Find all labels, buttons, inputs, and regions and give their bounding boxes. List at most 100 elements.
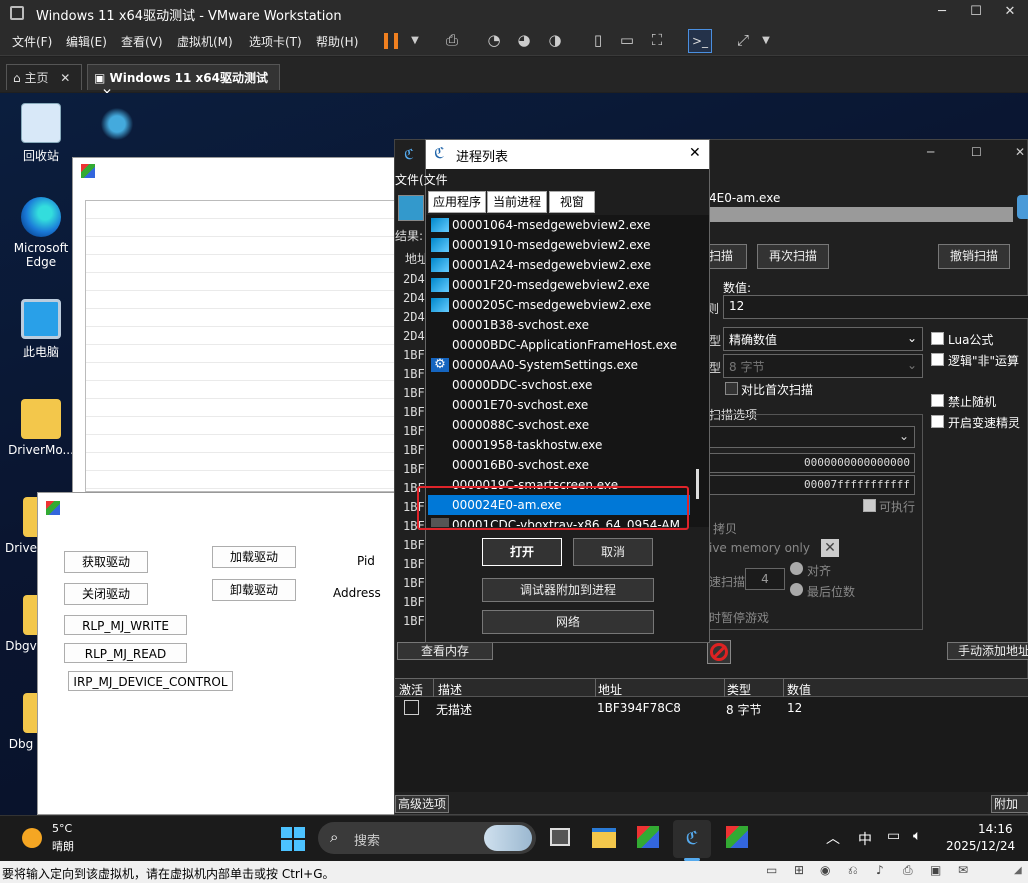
desktop-icon-recycle-bin[interactable]: 回收站 [5, 103, 77, 164]
result-address[interactable]: 1BF [403, 405, 425, 419]
scan-type-select[interactable]: 精确数值 ⌄ [723, 327, 923, 351]
revert-snapshot-icon[interactable]: ◕ [514, 31, 534, 51]
result-address[interactable]: 1BF [403, 614, 425, 628]
align-radio[interactable] [790, 562, 803, 575]
ime-indicator[interactable]: 中 [858, 829, 872, 849]
minimize-icon[interactable]: ─ [927, 145, 934, 159]
unload-driver-button[interactable]: 卸载驱动 [212, 579, 296, 601]
send-keys-icon[interactable]: ⎙ [442, 31, 462, 51]
table-row[interactable]: 无描述 1BF394F78C8 8 字节 12 [395, 699, 1028, 719]
resize-grip-icon[interactable]: ◢ [1014, 865, 1022, 876]
result-address[interactable]: 2D4 [403, 291, 425, 305]
select-process-icon[interactable] [398, 195, 424, 221]
col-type[interactable]: 类型 [727, 681, 751, 698]
list-item[interactable]: 00000BDC-ApplicationFrameHost.exe [428, 335, 696, 355]
cheat-engine-shortcut-icon[interactable] [98, 105, 136, 143]
list-item[interactable]: 00001F20-msedgewebview2.exe [428, 275, 696, 295]
volume-icon[interactable]: 🔈︎ [913, 828, 921, 844]
list-item[interactable]: 00000DDC-svchost.exe [428, 375, 696, 395]
stop-address-input[interactable]: 00007fffffffffff [709, 475, 915, 495]
maximize-icon[interactable]: ☐ [966, 4, 986, 19]
load-driver-button[interactable]: 加载驱动 [212, 546, 296, 568]
network-button[interactable]: 网络 [482, 610, 654, 634]
menu-tabs[interactable]: 选项卡(T) [249, 33, 302, 50]
list-item[interactable]: 00001910-msedgewebview2.exe [428, 235, 696, 255]
list-item[interactable]: 00001B38-svchost.exe [428, 315, 696, 335]
task-view-icon[interactable] [550, 828, 570, 846]
no-entry-icon[interactable] [707, 640, 731, 664]
active-checkbox[interactable] [404, 700, 419, 715]
menu-vm[interactable]: 虚拟机(M) [177, 33, 233, 50]
col-address[interactable]: 地址 [598, 681, 622, 698]
hdd-icon[interactable]: ▭ [766, 863, 777, 877]
result-address[interactable]: 2D4 [403, 310, 425, 324]
app-taskbar-icon[interactable] [637, 826, 659, 848]
result-address[interactable]: 1BF [403, 367, 425, 381]
desktop-icon-this-pc[interactable]: 此电脑 [5, 299, 77, 360]
chevron-down-icon[interactable]: ▼ [756, 35, 776, 55]
list-item[interactable]: 00001958-taskhostw.exe [428, 435, 696, 455]
close-icon[interactable]: ✕ [689, 145, 701, 161]
result-address[interactable]: 1BF [403, 443, 425, 457]
col-active[interactable]: 激活 [399, 681, 423, 698]
result-address[interactable]: 1BF [403, 348, 425, 362]
terminal-icon[interactable]: >_ [688, 29, 712, 53]
close-icon[interactable]: ✕ [1000, 4, 1020, 19]
list-item[interactable]: 00001E70-svchost.exe [428, 395, 696, 415]
result-address[interactable]: 1BF [403, 386, 425, 400]
result-address[interactable]: 2D4 [403, 329, 425, 343]
sound-icon[interactable]: ♪ [876, 863, 884, 877]
console-view-icon[interactable]: ▭ [617, 31, 637, 51]
result-address[interactable]: 1BF [403, 576, 425, 590]
menu-view[interactable]: 查看(V) [121, 33, 163, 50]
manual-add-address-button[interactable]: 手动添加地址 [947, 642, 1028, 660]
tab-home[interactable]: ⌂ 主页 ✕ [6, 64, 82, 90]
maximize-icon[interactable]: ☐ [971, 145, 982, 159]
message-icon[interactable]: ✉ [958, 863, 968, 877]
tab-windows[interactable]: 视窗 [549, 191, 595, 213]
list-item[interactable]: 0000205C-msedgewebview2.exe [428, 295, 696, 315]
last-digits-radio[interactable] [790, 583, 803, 596]
close-icon[interactable]: ✕ [1015, 145, 1025, 159]
pause-icon[interactable] [384, 33, 398, 49]
read-button[interactable]: RLP_MJ_READ [64, 643, 187, 663]
memory-region-select[interactable]: ⌄ [709, 426, 915, 448]
write-button[interactable]: RLP_MJ_WRITE [64, 615, 187, 635]
chevron-up-icon[interactable]: ︿ [826, 828, 840, 848]
advanced-options-button[interactable]: 高级选项 [395, 795, 449, 813]
file-explorer-icon[interactable] [592, 828, 616, 848]
next-scan-button[interactable]: 再次扫描 [757, 244, 829, 269]
col-description[interactable]: 描述 [438, 681, 462, 698]
list-item[interactable]: 000016B0-svchost.exe [428, 455, 696, 475]
open-button[interactable]: 打开 [482, 538, 562, 566]
device-control-button[interactable]: IRP_MJ_DEVICE_CONTROL [68, 671, 233, 691]
memory-view-button[interactable]: 查看内存 [397, 642, 493, 660]
value-type-select[interactable]: 8 字节 ⌄ [723, 354, 923, 378]
search-box[interactable]: ⌕ 搜索 [318, 822, 536, 854]
list-item[interactable]: ⚙ 00000AA0-SystemSettings.exe [428, 355, 696, 375]
tab-processes[interactable]: 当前进程 [487, 191, 547, 213]
result-address[interactable]: 1BF [403, 557, 425, 571]
close-driver-button[interactable]: 关闭驱动 [64, 583, 148, 605]
menu-help[interactable]: 帮助(H) [316, 33, 358, 50]
fullscreen-icon[interactable]: ⛶ [647, 31, 667, 51]
close-icon[interactable]: ✕ [60, 71, 70, 85]
settings-logo-icon[interactable] [1017, 195, 1028, 219]
result-address[interactable]: 1BF [403, 595, 425, 609]
result-address[interactable]: 2D4 [403, 272, 425, 286]
clock-date[interactable]: 2025/12/24 [946, 839, 1015, 853]
list-item[interactable]: 00001A24-msedgewebview2.exe [428, 255, 696, 275]
cheat-engine-taskbar-icon[interactable]: ℭ [673, 820, 711, 858]
clock-time[interactable]: 14:16 [978, 822, 1013, 836]
append-notes-button[interactable]: 附加注 [991, 795, 1028, 813]
result-address[interactable]: 1BF [403, 424, 425, 438]
printer-icon[interactable]: ⎙ [903, 863, 913, 878]
network-adapter-icon[interactable]: ⊞ [794, 863, 804, 877]
desktop-icon-drivermo[interactable]: DriverMo... [5, 399, 77, 457]
undo-scan-button[interactable]: 撤销扫描 [938, 244, 1010, 269]
executable-checkbox[interactable] [863, 499, 876, 512]
compare-first-checkbox[interactable] [725, 382, 738, 395]
value-input[interactable]: 12 [723, 295, 1028, 319]
speedhack-checkbox[interactable] [931, 415, 944, 428]
sidebar-icon[interactable]: ▯ [588, 31, 608, 51]
